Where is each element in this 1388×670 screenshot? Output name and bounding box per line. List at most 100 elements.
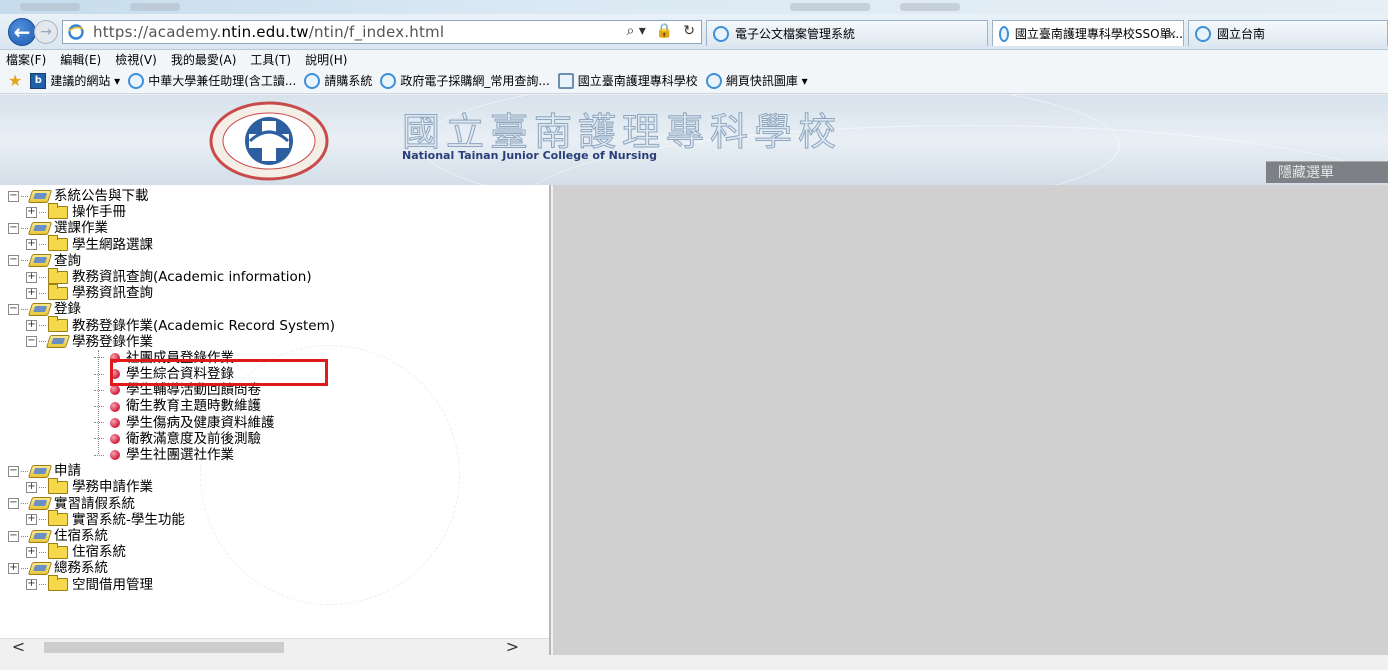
tree-node-online-selection[interactable]: + 學生網路選課 bbox=[8, 235, 335, 253]
collapse-icon[interactable]: − bbox=[8, 222, 19, 234]
tree-node-label: 查詢 bbox=[54, 252, 81, 269]
favorite-item[interactable]: 中華大學兼任助理(含工讀... bbox=[128, 72, 296, 89]
tree-node-manual[interactable]: + 操作手冊 bbox=[8, 202, 335, 220]
tree-leaf-label[interactable]: 衛生教育主題時數維護 bbox=[126, 398, 261, 414]
tree-leaf-label[interactable]: 衛教滿意度及前後測驗 bbox=[126, 431, 261, 447]
tree-node-space-booking[interactable]: + 空間借用管理 bbox=[8, 575, 335, 593]
tree-node-announcements[interactable]: − 系統公告與下載 bbox=[8, 188, 335, 204]
ie-icon bbox=[705, 72, 722, 89]
lock-icon[interactable]: 🔒 bbox=[656, 23, 673, 39]
tree-node-application[interactable]: − 申請 bbox=[8, 463, 335, 479]
expand-icon[interactable]: + bbox=[26, 271, 37, 283]
site-banner: 國立臺南護理專科學校 National Tainan Junior Colleg… bbox=[0, 95, 1388, 185]
expand-icon[interactable]: + bbox=[26, 514, 37, 526]
tree-node-label: 學務資訊查詢 bbox=[72, 285, 153, 302]
tree-node-label: 總務系統 bbox=[54, 560, 108, 577]
favorite-label: 網頁快訊圖庫 ▾ bbox=[725, 74, 808, 88]
tree-node-dormitory-system[interactable]: + 住宿系統 bbox=[8, 542, 335, 561]
bullet-icon bbox=[110, 433, 120, 444]
tree-node-general-affairs[interactable]: + 總務系統 bbox=[8, 560, 335, 576]
tree-node-student-affairs-registration[interactable]: − 學務登錄作業 bbox=[8, 334, 335, 350]
tree-node-course-selection[interactable]: − 選課作業 bbox=[8, 220, 335, 236]
folder-icon bbox=[48, 510, 68, 527]
refresh-icon[interactable]: ↻ bbox=[683, 23, 695, 39]
tree-node-registration[interactable]: − 登錄 bbox=[8, 301, 335, 317]
collapse-icon[interactable]: − bbox=[8, 255, 19, 267]
favorites-bar: ★ b 建議的網站 ▾ 中華大學兼任助理(含工讀... 請購系統 政府電子採購網… bbox=[0, 68, 1388, 94]
hide-menu-button[interactable]: 隱藏選單 bbox=[1266, 161, 1388, 183]
tree-leaf-label[interactable]: 學生社團選社作業 bbox=[126, 447, 234, 463]
menu-tree-frame: − 系統公告與下載 + 操作手冊 − 選課作業 + 學生網路選課 − 查詢 + bbox=[0, 185, 551, 655]
expand-icon[interactable]: + bbox=[26, 206, 37, 218]
close-tab-icon[interactable]: × bbox=[1167, 27, 1177, 41]
status-bar bbox=[0, 655, 1388, 670]
search-dropdown-icon[interactable]: ⌕ ▾ bbox=[627, 23, 646, 39]
tree-node-label: 選課作業 bbox=[54, 220, 108, 237]
tree-node-academic-record[interactable]: + 教務登錄作業(Academic Record System) bbox=[8, 316, 335, 334]
favorite-item[interactable]: 網頁快訊圖庫 ▾ bbox=[705, 72, 808, 89]
ie-icon bbox=[1195, 25, 1211, 42]
forward-button[interactable]: → bbox=[34, 20, 58, 44]
tree-node-label: 學生網路選課 bbox=[72, 236, 153, 253]
tree-leaf[interactable]: 衛教滿意度及前後測驗 bbox=[8, 431, 335, 447]
collapse-icon[interactable]: − bbox=[8, 465, 19, 477]
tree-leaf[interactable]: 衛生教育主題時數維護 bbox=[8, 398, 335, 414]
tree-node-academic-info[interactable]: + 教務資訊查詢(Academic information) bbox=[8, 267, 335, 285]
address-url[interactable]: https://academy.ntin.edu.tw/ntin/f_index… bbox=[93, 23, 444, 41]
favorite-item[interactable]: b 建議的網站 ▾ bbox=[30, 72, 120, 89]
address-bar[interactable]: https://academy.ntin.edu.tw/ntin/f_index… bbox=[62, 20, 702, 44]
tree-node-student-affairs-info[interactable]: + 學務資訊查詢 bbox=[8, 283, 335, 302]
tree-leaf-label[interactable]: 學生傷病及健康資料維護 bbox=[126, 415, 275, 431]
tree-node-label: 學務申請作業 bbox=[72, 479, 153, 496]
expand-icon[interactable]: + bbox=[26, 287, 37, 299]
collapse-icon[interactable]: − bbox=[8, 498, 19, 510]
browser-tab[interactable]: 電子公文檔案管理系統 bbox=[706, 20, 988, 46]
collapse-icon[interactable]: − bbox=[8, 303, 19, 315]
menu-tree: − 系統公告與下載 + 操作手冊 − 選課作業 + 學生網路選課 − 查詢 + bbox=[8, 188, 335, 593]
back-button[interactable]: ← bbox=[8, 18, 36, 46]
tree-node-query[interactable]: − 查詢 bbox=[8, 253, 335, 269]
tree-node-student-affairs-application[interactable]: + 學務申請作業 bbox=[8, 477, 335, 496]
favorite-item[interactable]: 政府電子採購網_常用查詢... bbox=[380, 72, 550, 89]
menu-tools[interactable]: 工具(T) bbox=[250, 51, 291, 68]
expand-icon[interactable]: + bbox=[26, 320, 37, 332]
menu-edit[interactable]: 編輯(E) bbox=[60, 51, 101, 68]
expand-icon[interactable]: + bbox=[8, 562, 19, 574]
menu-help[interactable]: 說明(H) bbox=[305, 51, 347, 68]
expand-icon[interactable]: + bbox=[26, 546, 37, 558]
horizontal-scrollbar[interactable]: < > bbox=[0, 638, 549, 655]
menu-file[interactable]: 檔案(F) bbox=[6, 51, 46, 68]
collapse-icon[interactable]: − bbox=[26, 336, 37, 348]
browser-tab[interactable]: 國立台南 bbox=[1188, 20, 1388, 46]
tree-node-internship-student[interactable]: + 實習系統-學生功能 bbox=[8, 510, 335, 528]
bullet-icon bbox=[110, 385, 120, 396]
menu-view[interactable]: 檢視(V) bbox=[115, 51, 157, 68]
tree-node-label: 教務登錄作業(Academic Record System) bbox=[72, 317, 335, 334]
arrow-right-icon: → bbox=[40, 24, 52, 40]
scrollbar-thumb[interactable] bbox=[44, 642, 284, 653]
favorite-item[interactable]: 請購系統 bbox=[304, 72, 372, 89]
collapse-icon[interactable]: − bbox=[8, 190, 19, 202]
page-icon bbox=[557, 72, 574, 89]
tree-node-internship-leave[interactable]: − 實習請假系統 bbox=[8, 496, 335, 512]
tree-node-label: 住宿系統 bbox=[72, 544, 126, 561]
expand-icon[interactable]: + bbox=[26, 579, 37, 591]
scroll-left-icon[interactable]: < bbox=[10, 639, 27, 655]
address-tools: ⌕ ▾ 🔒 ↻ bbox=[627, 23, 696, 39]
star-icon[interactable]: ★ bbox=[8, 71, 22, 90]
favorite-label: 中華大學兼任助理(含工讀... bbox=[148, 74, 297, 88]
menu-favorites[interactable]: 我的最愛(A) bbox=[171, 51, 237, 68]
arrow-left-icon: ← bbox=[13, 20, 31, 44]
bing-icon: b bbox=[30, 72, 47, 89]
expand-icon[interactable]: + bbox=[26, 239, 37, 251]
tree-leaf[interactable]: 學生社團選社作業 bbox=[8, 447, 335, 463]
scroll-right-icon[interactable]: > bbox=[504, 639, 521, 655]
collapse-icon[interactable]: − bbox=[8, 530, 19, 542]
favorite-item[interactable]: 國立臺南護理專科學校 bbox=[557, 72, 698, 89]
expand-icon[interactable]: + bbox=[26, 481, 37, 493]
tree-node-dormitory[interactable]: − 住宿系統 bbox=[8, 528, 335, 544]
ie-icon bbox=[999, 25, 1009, 42]
tree-leaf[interactable]: 學生傷病及健康資料維護 bbox=[8, 415, 335, 431]
browser-tab-active[interactable]: 國立臺南護理專科學校SSO單... × bbox=[992, 20, 1184, 46]
tree-node-label: 登錄 bbox=[54, 301, 81, 318]
